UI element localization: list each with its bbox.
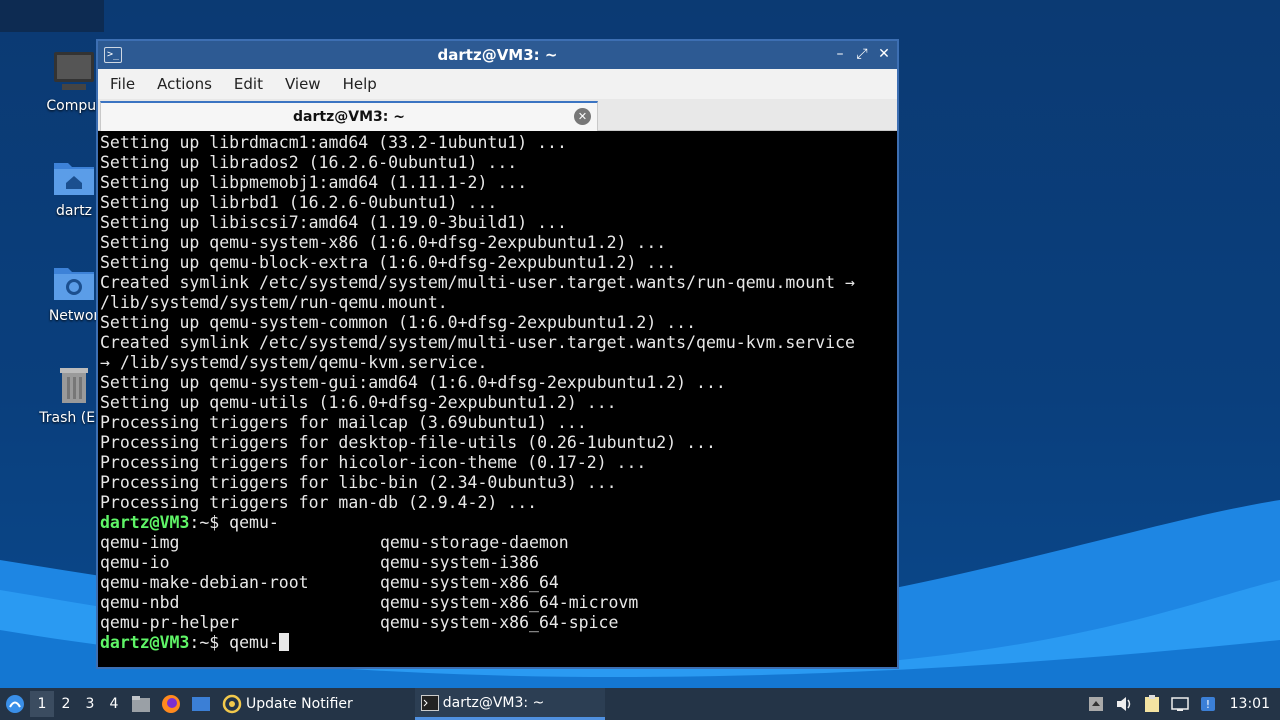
completion-item: qemu-img xyxy=(100,533,180,552)
terminal-line: Processing triggers for mailcap (3.69ubu… xyxy=(100,413,587,432)
prompt-suffix: :~$ xyxy=(189,633,230,652)
menu-edit[interactable]: Edit xyxy=(226,75,271,93)
completion-item: qemu-pr-helper xyxy=(100,613,240,632)
prompt-user-host: dartz@VM3 xyxy=(100,633,190,652)
completion-item: qemu-make-debian-root xyxy=(100,573,309,592)
completion-item: qemu-system-x86_64-microvm xyxy=(380,593,639,612)
trash-icon xyxy=(52,362,96,406)
completion-row: qemu-io qemu-system-i386 xyxy=(100,553,895,573)
task-label: dartz@VM3: ~ xyxy=(442,694,545,711)
terminal-line: → /lib/systemd/system/qemu-kvm.service. xyxy=(100,353,488,372)
lubuntu-logo-icon xyxy=(6,695,24,713)
workspace-2[interactable]: 2 xyxy=(54,691,78,717)
terminal-icon xyxy=(420,694,439,711)
tab-bar: dartz@VM3: ~ ✕ xyxy=(98,99,897,131)
menu-view[interactable]: View xyxy=(277,75,329,93)
window-title: dartz@VM3: ~ xyxy=(437,46,558,64)
menu-bar: File Actions Edit View Help xyxy=(98,69,897,99)
terminal-icon: >_ xyxy=(104,47,122,63)
task-update-notifier[interactable]: Update Notifier xyxy=(216,688,359,720)
terminal-line: Created symlink /etc/systemd/system/mult… xyxy=(100,273,855,292)
terminal-line: Setting up qemu-system-x86 (1:6.0+dfsg-2… xyxy=(100,233,667,252)
typed-command: qemu- xyxy=(229,633,279,652)
menu-actions[interactable]: Actions xyxy=(149,75,220,93)
terminal-line: Setting up librados2 (16.2.6-0ubuntu1) .… xyxy=(100,153,518,172)
tray-up-icon[interactable] xyxy=(1084,692,1108,716)
start-menu-button[interactable] xyxy=(0,688,30,720)
terminal-line: Setting up qemu-utils (1:6.0+dfsg-2expub… xyxy=(100,393,617,412)
clipboard-icon[interactable] xyxy=(1140,692,1164,716)
task-label: Update Notifier xyxy=(246,696,353,712)
terminal-prompt-line: dartz@VM3:~$ qemu- xyxy=(100,633,895,653)
menu-file[interactable]: File xyxy=(102,75,143,93)
network-icon[interactable] xyxy=(1168,692,1192,716)
prompt-suffix: :~$ xyxy=(189,513,230,532)
terminal-line: Setting up librdmacm1:amd64 (33.2-1ubunt… xyxy=(100,133,567,152)
file-manager-icon xyxy=(132,696,150,712)
firefox-launcher[interactable] xyxy=(159,692,183,716)
completion-item: qemu-system-x86_64-spice xyxy=(380,613,619,632)
maximize-button[interactable]: ⤢ xyxy=(855,45,869,63)
task-terminal[interactable]: dartz@VM3: ~ xyxy=(414,688,605,720)
terminal-line: Processing triggers for libc-bin (2.34-0… xyxy=(100,473,617,492)
tab-close-icon[interactable]: ✕ xyxy=(574,108,591,125)
terminal-window[interactable]: >_ dartz@VM3: ~ – ⤢ ✕ File Actions Edit … xyxy=(96,39,899,669)
volume-icon[interactable] xyxy=(1112,692,1136,716)
desktop-corner-panel xyxy=(0,0,104,32)
terminal-line: Setting up libpmemobj1:amd64 (1.11.1-2) … xyxy=(100,173,528,192)
text-cursor xyxy=(278,633,289,651)
terminal-line: Created symlink /etc/systemd/system/mult… xyxy=(100,333,855,352)
terminal-line: Setting up qemu-block-extra (1:6.0+dfsg-… xyxy=(100,253,677,272)
home-folder-icon xyxy=(52,155,96,199)
close-button[interactable]: ✕ xyxy=(877,45,891,63)
terminal-line: Processing triggers for desktop-file-uti… xyxy=(100,433,716,452)
computer-icon xyxy=(52,50,96,94)
terminal-line: Setting up qemu-system-common (1:6.0+dfs… xyxy=(100,313,697,332)
completion-item: qemu-system-x86_64 xyxy=(380,573,559,592)
prompt-user-host: dartz@VM3 xyxy=(100,513,190,532)
minimize-button[interactable]: – xyxy=(833,45,847,63)
workspace-1[interactable]: 1 xyxy=(30,691,54,717)
terminal-line: Setting up librbd1 (16.2.6-0ubuntu1) ... xyxy=(100,193,498,212)
tab-terminal[interactable]: dartz@VM3: ~ ✕ xyxy=(100,101,598,131)
desktop-icon xyxy=(192,697,210,711)
show-desktop-launcher[interactable] xyxy=(189,692,213,716)
menu-help[interactable]: Help xyxy=(335,75,385,93)
window-titlebar[interactable]: >_ dartz@VM3: ~ – ⤢ ✕ xyxy=(98,41,897,69)
firefox-icon xyxy=(162,695,180,713)
completion-row: qemu-img qemu-storage-daemon xyxy=(100,533,895,553)
terminal-line: Setting up qemu-system-gui:amd64 (1:6.0+… xyxy=(100,373,726,392)
tab-title: dartz@VM3: ~ xyxy=(293,109,405,125)
updates-available-icon[interactable]: ! xyxy=(1196,692,1220,716)
svg-text:!: ! xyxy=(1205,698,1209,711)
workspace-4[interactable]: 4 xyxy=(102,691,126,717)
file-manager-launcher[interactable] xyxy=(129,692,153,716)
typed-command: qemu- xyxy=(229,513,279,532)
completion-row: qemu-pr-helper qemu-system-x86_64-spice xyxy=(100,613,895,633)
completion-item: qemu-nbd xyxy=(100,593,180,612)
workspace-3[interactable]: 3 xyxy=(78,691,102,717)
completion-item: qemu-system-i386 xyxy=(380,553,539,572)
system-tray: ! 13:01 xyxy=(1082,688,1280,720)
completion-row: qemu-make-debian-root qemu-system-x86_64 xyxy=(100,573,895,593)
clock[interactable]: 13:01 xyxy=(1230,696,1270,712)
completion-row: qemu-nbd qemu-system-x86_64-microvm xyxy=(100,593,895,613)
completion-item: qemu-storage-daemon xyxy=(380,533,569,552)
terminal-line: Processing triggers for hicolor-icon-the… xyxy=(100,453,647,472)
terminal-line: /lib/systemd/system/run-qemu.mount. xyxy=(100,293,448,312)
completion-item: qemu-io xyxy=(100,553,170,572)
terminal-output[interactable]: Setting up librdmacm1:amd64 (33.2-1ubunt… xyxy=(100,133,895,667)
terminal-line: Processing triggers for man-db (2.9.4-2)… xyxy=(100,493,538,512)
terminal-prompt-line: dartz@VM3:~$ qemu- xyxy=(100,513,895,533)
taskbar: 1 2 3 4 Update Notifier dartz@VM3: ~ ! 1… xyxy=(0,688,1280,720)
terminal-line: Setting up libiscsi7:amd64 (1.19.0-3buil… xyxy=(100,213,567,232)
update-notifier-icon xyxy=(222,694,242,714)
network-folder-icon xyxy=(52,260,96,304)
